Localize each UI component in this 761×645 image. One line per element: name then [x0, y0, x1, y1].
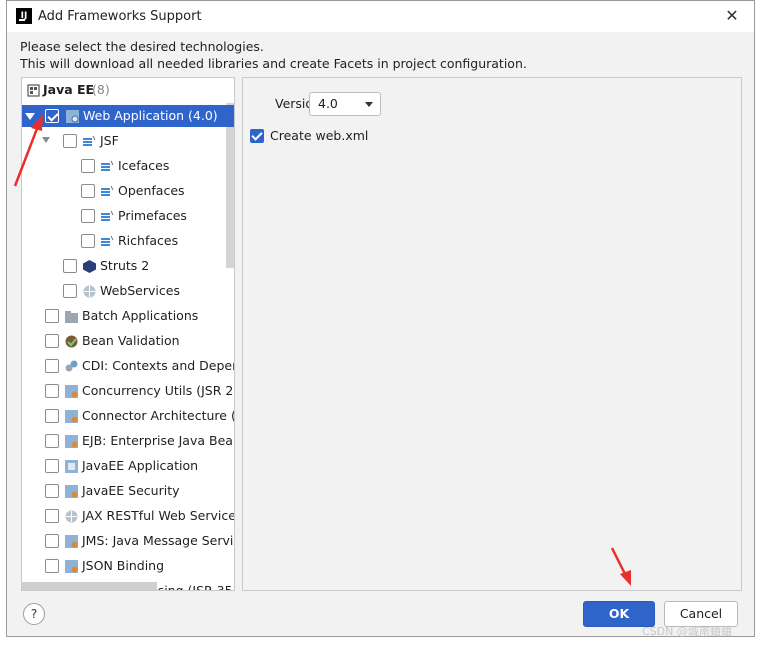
tree-item-label: JMS: Java Message Servic — [82, 533, 234, 548]
tree-item-webservices[interactable]: WebServices — [22, 280, 234, 302]
tree-item-label: Web Application (4.0) — [83, 108, 218, 123]
connector-architecture-checkbox[interactable] — [45, 409, 59, 423]
bean-validation-icon — [65, 335, 78, 348]
primefaces-checkbox[interactable] — [81, 209, 95, 223]
tree-item-batch-applications[interactable]: Batch Applications — [22, 305, 234, 327]
tree-item-jms[interactable]: JMS: Java Message Servic — [22, 530, 234, 552]
tree-item-label: JAX RESTful Web Services — [82, 508, 234, 523]
versions-value: 4.0 — [318, 96, 338, 111]
technology-tree[interactable]: Java EE (8) Web Application (4.0) JSF Ic… — [21, 77, 235, 591]
javaee-module-icon — [65, 485, 78, 498]
json-binding-checkbox[interactable] — [45, 559, 59, 573]
jsf-checkbox[interactable] — [63, 134, 77, 148]
create-webxml-label[interactable]: Create web.xml — [270, 128, 368, 143]
tree-item-javaee-security[interactable]: JavaEE Security — [22, 480, 234, 502]
title-bar[interactable]: IJ Add Frameworks Support ✕ — [7, 1, 754, 32]
openfaces-checkbox[interactable] — [81, 184, 95, 198]
jsf-icon — [101, 160, 114, 171]
bean-validation-checkbox[interactable] — [45, 334, 59, 348]
annotation-arrow-icon — [610, 547, 631, 586]
tree-item-label: Icefaces — [118, 158, 170, 173]
versions-select[interactable]: 4.0 — [309, 92, 381, 116]
globe-icon — [83, 285, 96, 298]
tree-item-openfaces[interactable]: Openfaces — [22, 180, 234, 202]
tree-item-label: Primefaces — [118, 208, 187, 223]
jsf-icon — [101, 210, 114, 221]
tree-item-label: Connector Architecture (JS — [82, 408, 234, 423]
tree-item-label: JavaEE Security — [82, 483, 180, 498]
tree-item-label: JSON Binding — [82, 558, 165, 573]
chevron-down-icon — [365, 102, 373, 107]
tree-item-ejb[interactable]: EJB: Enterprise Java Beans — [22, 430, 234, 452]
tree-item-label: Bean Validation — [82, 333, 180, 348]
add-frameworks-dialog: IJ Add Frameworks Support ✕ Please selec… — [6, 0, 755, 637]
module-group-icon — [27, 84, 40, 97]
batch-applications-checkbox[interactable] — [45, 309, 59, 323]
tree-item-label: Struts 2 — [100, 258, 150, 273]
watermark: CSDN @城南蛐蛐 — [642, 625, 732, 638]
batch-icon — [65, 311, 78, 323]
struts-icon — [83, 260, 96, 273]
globe-icon — [65, 510, 78, 523]
annotation-arrow-icon — [13, 114, 43, 187]
tree-horizontal-scrollbar[interactable] — [22, 582, 157, 590]
javaee-module-icon — [65, 535, 78, 548]
window-shadow — [755, 2, 761, 645]
tree-item-concurrency-utils[interactable]: Concurrency Utils (JSR 236 — [22, 380, 234, 402]
tree-item-struts-2[interactable]: Struts 2 — [22, 255, 234, 277]
tree-item-label: CDI: Contexts and Depend — [82, 358, 234, 373]
help-button[interactable]: ? — [23, 603, 45, 625]
description-line-1: Please select the desired technologies. — [20, 39, 264, 54]
tree-item-label: WebServices — [100, 283, 180, 298]
close-icon[interactable]: ✕ — [721, 5, 743, 27]
richfaces-checkbox[interactable] — [81, 234, 95, 248]
javaee-module-icon — [65, 410, 78, 423]
group-count: (8) — [92, 82, 110, 97]
tree-item-jax-rs[interactable]: JAX RESTful Web Services — [22, 505, 234, 527]
icefaces-checkbox[interactable] — [81, 159, 95, 173]
jax-rs-checkbox[interactable] — [45, 509, 59, 523]
tree-item-label: Openfaces — [118, 183, 185, 198]
tree-item-label: JavaEE Application — [82, 458, 199, 473]
create-webxml-checkbox[interactable] — [250, 129, 264, 143]
tree-item-jsf[interactable]: JSF — [22, 130, 234, 152]
tree-item-javaee-application[interactable]: JavaEE Application — [22, 455, 234, 477]
tree-item-label: EJB: Enterprise Java Beans — [82, 433, 234, 448]
cdi-icon — [65, 360, 78, 372]
ejb-checkbox[interactable] — [45, 434, 59, 448]
javaee-module-icon — [65, 435, 78, 448]
javaee-security-checkbox[interactable] — [45, 484, 59, 498]
tree-item-bean-validation[interactable]: Bean Validation — [22, 330, 234, 352]
javaee-app-icon — [65, 460, 78, 473]
tree-item-icefaces[interactable]: Icefaces — [22, 155, 234, 177]
cdi-checkbox[interactable] — [45, 359, 59, 373]
tree-item-connector-architecture[interactable]: Connector Architecture (JS — [22, 405, 234, 427]
javaee-module-icon — [65, 560, 78, 573]
settings-panel — [242, 77, 742, 591]
tree-item-richfaces[interactable]: Richfaces — [22, 230, 234, 252]
struts-2-checkbox[interactable] — [63, 259, 77, 273]
tree-item-primefaces[interactable]: Primefaces — [22, 205, 234, 227]
dialog-title: Add Frameworks Support — [38, 9, 202, 24]
webservices-checkbox[interactable] — [63, 284, 77, 298]
description-line-2: This will download all needed libraries … — [20, 56, 527, 71]
tree-item-label: Concurrency Utils (JSR 236 — [82, 383, 234, 398]
intellij-logo-icon: IJ — [16, 8, 32, 24]
concurrency-utils-checkbox[interactable] — [45, 384, 59, 398]
tree-item-label: Richfaces — [118, 233, 179, 248]
tree-group-header: Java EE (8) — [22, 79, 234, 101]
jsf-icon — [83, 135, 96, 146]
tree-item-label: JSF — [100, 133, 119, 148]
web-app-icon — [66, 110, 79, 123]
javaee-module-icon — [65, 385, 78, 398]
tree-item-json-binding[interactable]: JSON Binding — [22, 555, 234, 577]
tree-item-cdi[interactable]: CDI: Contexts and Depend — [22, 355, 234, 377]
tree-item-web-application[interactable]: Web Application (4.0) — [22, 105, 234, 127]
javaee-application-checkbox[interactable] — [45, 459, 59, 473]
jsf-icon — [101, 185, 114, 196]
group-label: Java EE — [43, 82, 95, 97]
tree-item-label: Batch Applications — [82, 308, 199, 323]
jms-checkbox[interactable] — [45, 534, 59, 548]
jsf-icon — [101, 235, 114, 246]
